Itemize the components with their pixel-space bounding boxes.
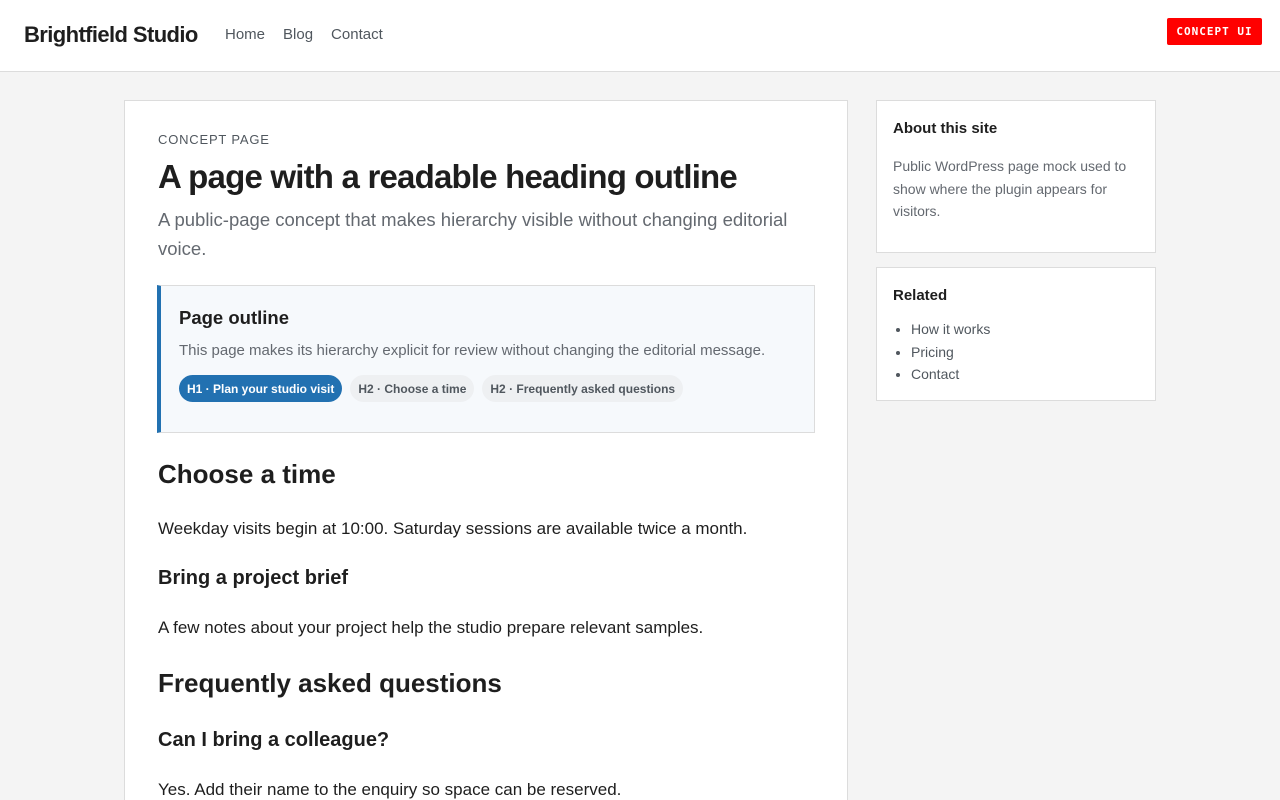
- related-link-pricing[interactable]: Pricing: [911, 341, 990, 364]
- section-text-project-brief: A few notes about your project help the …: [158, 618, 704, 637]
- sidebar-about-title: About this site: [893, 120, 998, 137]
- page-lede: A public-page concept that makes hierarc…: [158, 209, 788, 259]
- sidebar-related-card: Related How it works Pricing Contact: [876, 267, 1156, 401]
- site-header: Brightfield Studio Home Blog Contact CON…: [0, 0, 1280, 72]
- section-heading-faq: Frequently asked questions: [158, 668, 502, 698]
- related-link-how-it-works[interactable]: How it works: [911, 318, 990, 341]
- section-text-choose-time: Weekday visits begin at 10:00. Saturday …: [158, 519, 748, 538]
- outline-pill-faq[interactable]: H2 · Frequently asked questions: [482, 375, 684, 402]
- sidebar-related-title: Related: [893, 287, 948, 304]
- page-eyebrow: CONCEPT PAGE: [158, 132, 270, 147]
- page-title: A page with a readable heading outline: [158, 158, 738, 195]
- sidebar-related-list: How it works Pricing Contact: [911, 318, 990, 386]
- sidebar-about-text: Public WordPress page mock used to show …: [893, 158, 1127, 219]
- outline-title: Page outline: [179, 307, 289, 328]
- section-heading-colleague: Can I bring a colleague?: [158, 729, 390, 751]
- section-heading-project-brief: Bring a project brief: [158, 567, 349, 589]
- concept-ui-badge: CONCEPT UI: [1167, 18, 1262, 45]
- sidebar-about-card: About this site Public WordPress page mo…: [876, 100, 1156, 253]
- page-outline-panel: Page outline This page makes its hierarc…: [157, 285, 815, 433]
- related-link-contact[interactable]: Contact: [911, 363, 990, 386]
- outline-pills: H1 · Plan your studio visit H2 · Choose …: [179, 375, 684, 402]
- nav-blog-link[interactable]: Blog: [283, 26, 313, 43]
- outline-pill-h1[interactable]: H1 · Plan your studio visit: [179, 375, 343, 402]
- main-content-card: CONCEPT PAGE A page with a readable head…: [124, 100, 848, 800]
- section-heading-choose-time: Choose a time: [158, 459, 336, 489]
- main-nav: Home Blog Contact: [225, 26, 383, 43]
- nav-home-link[interactable]: Home: [225, 26, 265, 43]
- outline-pill-choose-time[interactable]: H2 · Choose a time: [350, 375, 475, 402]
- site-title[interactable]: Brightfield Studio: [24, 22, 198, 48]
- section-text-colleague: Yes. Add their name to the enquiry so sp…: [158, 780, 622, 799]
- nav-contact-link[interactable]: Contact: [331, 26, 383, 43]
- outline-description: This page makes its hierarchy explicit f…: [179, 342, 766, 359]
